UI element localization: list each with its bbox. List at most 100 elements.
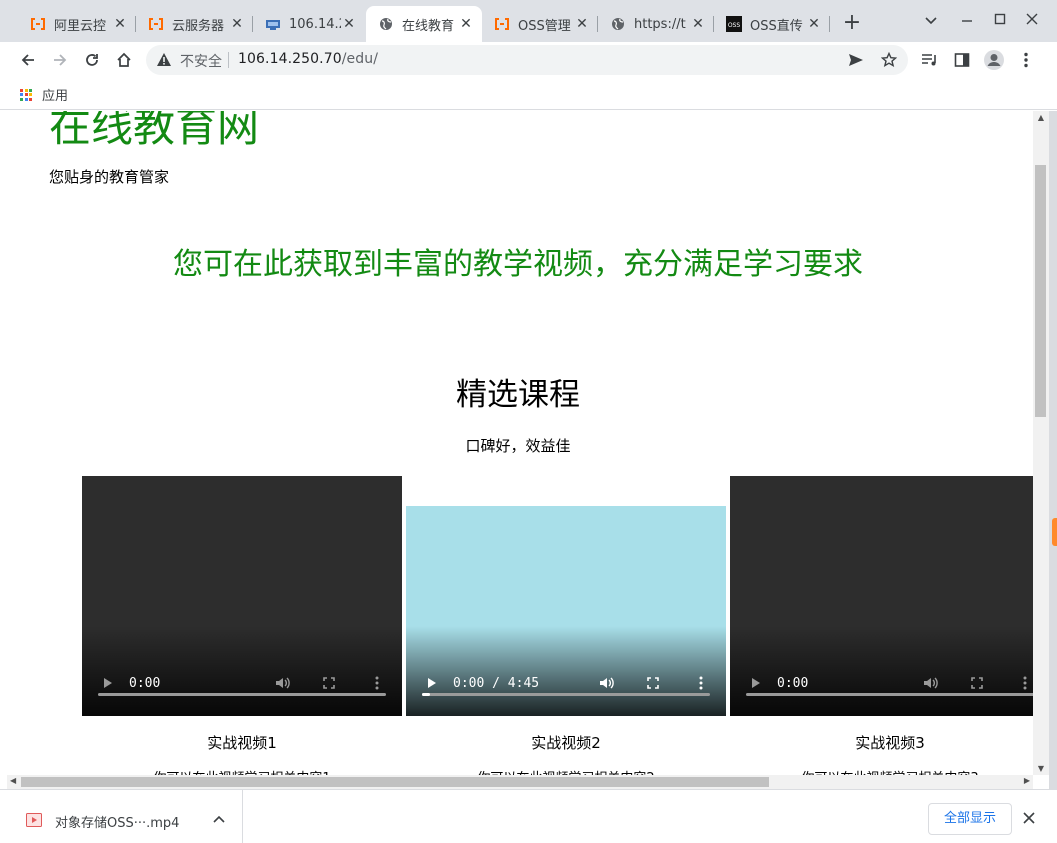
play-icon[interactable] <box>750 676 762 690</box>
hero-text: 您可在此获取到丰富的教学视频，充分满足学习要求 <box>173 247 863 282</box>
progress-thumb[interactable] <box>422 693 430 696</box>
horizontal-scrollbar[interactable]: ◀ ▶ <box>7 775 1033 789</box>
tab-oss-direct-upload[interactable]: OSS OSS直传 ✕ <box>714 6 830 42</box>
scroll-down-arrow-icon[interactable]: ▼ <box>1033 764 1049 773</box>
star-icon[interactable] <box>879 50 899 70</box>
minimize-icon <box>962 20 972 22</box>
video-controls: 0:00 / 4:45 <box>406 656 726 716</box>
reload-icon <box>86 54 98 66</box>
close-icon[interactable]: ✕ <box>806 16 822 32</box>
volume-icon[interactable] <box>274 675 292 691</box>
address-bar[interactable]: 不安全 106.14.250.70/edu/ <box>146 45 908 75</box>
home-button[interactable] <box>112 48 136 72</box>
arrow-right-icon <box>54 54 67 66</box>
kebab-menu-icon <box>1024 52 1028 68</box>
apps-grid-icon <box>20 88 32 101</box>
video-time: 0:00 / 4:45 <box>453 676 540 691</box>
kebab-menu-icon[interactable] <box>698 676 704 690</box>
tab-online-education[interactable]: 在线教育 ✕ <box>366 6 482 42</box>
video-card-2: 0:00 / 4:45 实战视频2 你可以在此视频学习相关内容2 <box>406 506 726 775</box>
volume-icon[interactable] <box>598 675 616 691</box>
tab-oss-management[interactable]: OSS管理 ✕ <box>482 6 598 42</box>
fullscreen-icon[interactable] <box>322 676 336 690</box>
tab-aliyun-console[interactable]: 阿里云控 ✕ <box>18 6 136 42</box>
back-button[interactable] <box>16 48 40 72</box>
bookmarks-bar: 应用 <box>0 78 1057 110</box>
warning-icon[interactable] <box>156 52 172 71</box>
close-icon <box>1023 812 1035 824</box>
close-icon[interactable]: ✕ <box>341 16 357 32</box>
forward-button[interactable] <box>48 48 72 72</box>
video-card-1: 0:00 实战视频1 你可以在此视频学习相关内容1 <box>82 476 402 775</box>
new-tab-button[interactable]: + <box>840 12 864 36</box>
video-progress-bar[interactable] <box>746 693 1033 696</box>
fullscreen-icon[interactable] <box>646 676 660 690</box>
aliyun-logo-icon <box>30 16 46 32</box>
oss-logo-icon: OSS <box>726 16 742 32</box>
tab-https[interactable]: https://t ✕ <box>598 6 714 42</box>
video-description: 你可以在此视频学习相关内容3 <box>730 767 1033 775</box>
window-edge <box>1049 111 1057 789</box>
scroll-right-arrow-icon[interactable]: ▶ <box>1024 776 1030 785</box>
video-card-3: 0:00 实战视频3 你可以在此视频学习相关内容3 <box>730 476 1033 775</box>
side-widget-tab[interactable] <box>1052 518 1057 546</box>
globe-icon <box>378 16 394 32</box>
tab-cloud-server[interactable]: 云服务器 ✕ <box>136 6 253 42</box>
horizontal-scroll-thumb[interactable] <box>21 777 769 787</box>
tab-server-ip[interactable]: 106.14.2 ✕ <box>253 6 365 42</box>
kebab-menu-icon[interactable] <box>1022 676 1028 690</box>
video-player-3[interactable]: 0:00 <box>730 476 1033 716</box>
browser-window: 阿里云控 ✕ 云服务器 ✕ 106.14.2 ✕ 在线教育 ✕ <box>0 0 1057 843</box>
scroll-left-arrow-icon[interactable]: ◀ <box>10 776 16 785</box>
url-text[interactable]: 106.14.250.70/edu/ <box>238 51 378 67</box>
close-icon[interactable]: ✕ <box>112 16 128 32</box>
close-icon[interactable]: ✕ <box>458 16 474 32</box>
security-label[interactable]: 不安全 <box>180 51 222 71</box>
scroll-up-arrow-icon[interactable]: ▲ <box>1033 113 1049 122</box>
profile-button[interactable] <box>982 48 1006 72</box>
server-icon <box>265 16 281 32</box>
video-time: 0:00 <box>129 676 161 691</box>
video-file-icon <box>26 812 42 831</box>
vertical-scrollbar[interactable]: ▲ ▼ <box>1033 111 1049 775</box>
close-icon[interactable]: ✕ <box>229 16 245 32</box>
video-controls: 0:00 <box>730 656 1033 716</box>
aliyun-logo-icon <box>494 16 510 32</box>
menu-button[interactable] <box>1014 48 1038 72</box>
video-progress-bar[interactable] <box>422 693 710 696</box>
tab-search-button[interactable] <box>916 8 946 32</box>
site-subtitle: 您贴身的教育管家 <box>49 168 170 186</box>
video-progress-bar[interactable] <box>98 693 386 696</box>
video-player-1[interactable]: 0:00 <box>82 476 402 716</box>
vertical-scroll-thumb[interactable] <box>1035 165 1046 417</box>
avatar-icon <box>984 50 1004 70</box>
video-controls: 0:00 <box>82 656 402 716</box>
bookmark-apps-label: 应用 <box>42 89 69 104</box>
kebab-menu-icon[interactable] <box>374 676 380 690</box>
chevron-up-icon[interactable] <box>212 812 226 826</box>
video-player-2[interactable]: 0:00 / 4:45 <box>406 506 726 716</box>
close-download-shelf-button[interactable] <box>1020 810 1038 828</box>
download-item[interactable]: 对象存储OSS···.mp4 <box>0 790 243 843</box>
play-icon[interactable] <box>426 676 438 690</box>
maximize-icon <box>994 13 1006 25</box>
play-icon[interactable] <box>102 676 114 690</box>
bookmark-apps[interactable]: 应用 <box>20 85 68 104</box>
globe-icon <box>610 16 626 32</box>
window-close-button[interactable] <box>1017 8 1047 32</box>
minimize-button[interactable] <box>952 8 982 32</box>
maximize-button[interactable] <box>985 8 1015 32</box>
video-caption: 实战视频3 <box>855 734 925 752</box>
playlist-icon <box>922 54 936 66</box>
reading-list-button[interactable] <box>918 48 942 72</box>
close-icon[interactable]: ✕ <box>690 16 706 32</box>
close-icon[interactable]: ✕ <box>574 16 590 32</box>
tab-strip: 阿里云控 ✕ 云服务器 ✕ 106.14.2 ✕ 在线教育 ✕ <box>0 0 1057 42</box>
reload-button[interactable] <box>80 48 104 72</box>
send-icon[interactable] <box>846 50 866 70</box>
fullscreen-icon[interactable] <box>970 676 984 690</box>
volume-icon[interactable] <box>922 675 940 691</box>
show-all-downloads-button[interactable]: 全部显示 <box>928 803 1012 835</box>
arrow-left-icon <box>21 54 34 66</box>
side-panel-button[interactable] <box>950 48 974 72</box>
